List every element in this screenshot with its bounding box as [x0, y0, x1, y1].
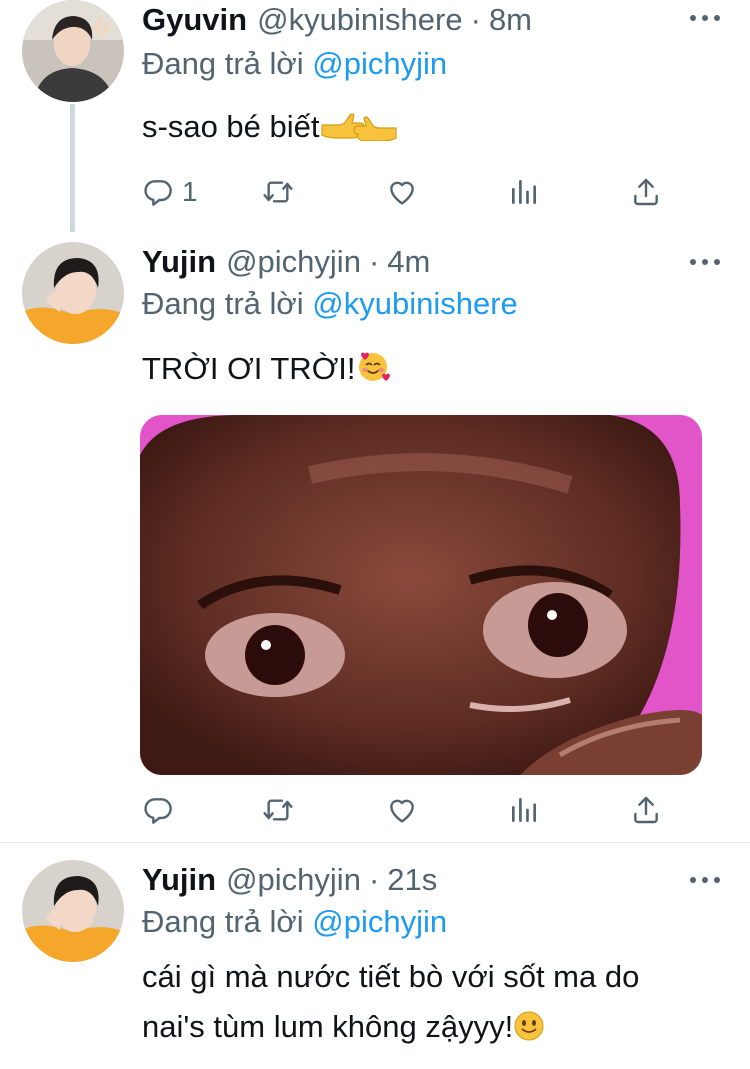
tweet-text-content: TRỜI ƠI TRỜI!: [142, 351, 356, 386]
author-name[interactable]: Yujin: [142, 862, 216, 898]
author-handle[interactable]: @pichyjin: [226, 862, 361, 898]
tweet-header: Yujin @pichyjin · 21s: [142, 862, 437, 902]
share-button[interactable]: [630, 790, 662, 830]
analytics-button[interactable]: [508, 790, 540, 830]
share-icon: [630, 794, 662, 826]
tweet-header: Yujin @pichyjin · 4m: [142, 244, 430, 284]
tweet-text-line-2: nai's tùm lum không zậyyy!: [142, 1009, 514, 1044]
retweet-button[interactable]: [262, 172, 294, 212]
author-name[interactable]: Yujin: [142, 244, 216, 280]
more-options-icon[interactable]: [690, 8, 720, 28]
reply-button[interactable]: 1: [142, 172, 198, 212]
tweet-text-line-1: cái gì mà nước tiết bò với sốt ma do: [142, 959, 640, 994]
retweet-icon: [262, 794, 294, 826]
heart-icon: [386, 176, 418, 208]
pointing-hands-emoji: [320, 108, 398, 154]
timestamp[interactable]: 21s: [387, 862, 437, 898]
mention-link[interactable]: @pichyjin: [312, 46, 447, 81]
separator-dot: ·: [368, 862, 380, 897]
tweet-divider: [0, 842, 750, 843]
stats-icon: [508, 794, 540, 826]
reply-button[interactable]: [142, 790, 182, 830]
author-handle[interactable]: @kyubinishere: [257, 2, 463, 38]
replying-to-label: Đang trả lời: [142, 46, 304, 81]
replying-to-label: Đang trả lời: [142, 904, 304, 939]
author-handle[interactable]: @pichyjin: [226, 244, 361, 280]
mention-link[interactable]: @pichyjin: [312, 904, 447, 939]
timestamp[interactable]: 4m: [387, 244, 430, 280]
smiling-face-with-hearts-emoji: [356, 349, 390, 396]
share-button[interactable]: [630, 172, 662, 212]
reply-icon: [142, 176, 174, 208]
tweet-text-content: s-sao bé biết: [142, 109, 320, 144]
avatar-gyuvin[interactable]: [22, 0, 124, 102]
reply-count: 1: [182, 176, 198, 207]
tweet-header: Gyuvin @kyubinishere · 8m: [142, 2, 532, 42]
tweet-actions: 1: [142, 172, 672, 212]
avatar-yujin[interactable]: [22, 860, 124, 962]
replying-to: Đang trả lời @pichyjin: [142, 46, 447, 82]
reply-icon: [142, 794, 174, 826]
tweet-text: cái gì mà nước tiết bò với sốt ma do nai…: [142, 952, 639, 1056]
tweet-text: s-sao bé biết: [142, 104, 398, 154]
more-options-icon[interactable]: [690, 252, 720, 272]
replying-to: Đang trả lời @pichyjin: [142, 904, 447, 940]
tweet-actions: [142, 790, 672, 830]
more-options-icon[interactable]: [690, 870, 720, 890]
stats-icon: [508, 176, 540, 208]
analytics-button[interactable]: [508, 172, 540, 212]
share-icon: [630, 176, 662, 208]
retweet-icon: [262, 176, 294, 208]
timestamp[interactable]: 8m: [489, 2, 532, 38]
like-button[interactable]: [386, 790, 418, 830]
separator-dot: ·: [368, 244, 380, 279]
tweet-text: TRỜI ƠI TRỜI!: [142, 346, 390, 396]
avatar-yujin[interactable]: [22, 242, 124, 344]
like-button[interactable]: [386, 172, 418, 212]
tweet-yujin-1[interactable]: Yujin @pichyjin · 4m Đang trả lời @kyubi…: [0, 240, 750, 840]
replying-to: Đang trả lời @kyubinishere: [142, 286, 518, 322]
tweet-media-image[interactable]: [140, 415, 702, 775]
replying-to-label: Đang trả lời: [142, 286, 304, 321]
mention-link[interactable]: @kyubinishere: [312, 286, 518, 321]
slightly-smiling-face-emoji: [513, 1006, 545, 1056]
tweet-gyuvin[interactable]: Gyuvin @kyubinishere · 8m Đang trả lời @…: [0, 0, 750, 232]
thread-line: [70, 104, 75, 232]
separator-dot: ·: [470, 2, 481, 37]
author-name[interactable]: Gyuvin: [142, 2, 247, 38]
heart-icon: [386, 794, 418, 826]
tweet-yujin-2[interactable]: Yujin @pichyjin · 21s Đang trả lời @pich…: [0, 858, 750, 1069]
retweet-button[interactable]: [262, 790, 294, 830]
